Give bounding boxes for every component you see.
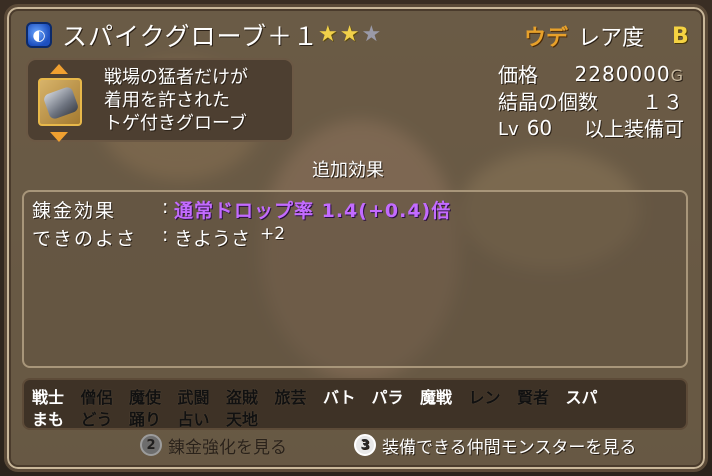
rarity-grade: B <box>672 23 689 49</box>
effect-value: きようさ <box>174 228 251 250</box>
job-label: 僧侶 <box>80 388 113 407</box>
job-label: 踊り <box>129 410 162 429</box>
description-line: トゲ付きグローブ <box>104 113 247 134</box>
job-label: レン <box>468 388 501 407</box>
level-value: 60 <box>526 115 553 140</box>
effect-bonus: +2 <box>260 224 286 244</box>
job-row: 戦士 僧侶 魔使 武闘 盗賊 旅芸 バト パラ 魔戦 レン 賢者 スパ <box>32 384 614 408</box>
accessory-blue-icon: ◐ <box>26 22 52 48</box>
crystal-label: 結晶の個数 <box>498 90 598 114</box>
crystal-value: １３ <box>642 90 684 114</box>
job-label: 魔使 <box>129 388 162 407</box>
effect-row-alchemy: 錬金効果 : 通常ドロップ率 1.4(+0.4)倍 <box>32 196 452 222</box>
item-name: スパイクグローブ＋１ <box>62 22 320 51</box>
item-description: 戦場の猛者だけが 着用を許された トゲ付きグローブ <box>104 66 248 135</box>
star-filled-icon: ★ <box>318 22 340 47</box>
star-rating: ★★★ <box>318 22 383 47</box>
rarity-info: ウデ レア度 B <box>524 20 689 52</box>
equip-slot-type: ウデ <box>524 26 569 51</box>
star-filled-icon: ★ <box>339 22 362 47</box>
effect-key: できのよさ <box>32 228 138 250</box>
crystal-row: 結晶の個数 １３ <box>498 87 684 114</box>
price-row: 価格 2280000G <box>498 60 684 88</box>
arrow-down-icon[interactable] <box>50 132 68 142</box>
monster-equip-button[interactable]: 3 装備できる仲間モンスターを見る <box>354 432 636 458</box>
job-label: 天地 <box>226 410 259 429</box>
button-3-icon: 3 <box>354 434 376 456</box>
job-label: スパ <box>565 388 598 407</box>
additional-effect-header: 追加効果 <box>312 160 384 181</box>
job-label: まも <box>32 410 65 429</box>
level-suffix: 以上装備可 <box>584 117 684 141</box>
job-label: パラ <box>371 388 404 407</box>
arrow-up-icon[interactable] <box>50 64 68 74</box>
job-label: バト <box>323 388 356 407</box>
effect-row-quality: できのよさ : きようさ +2 <box>32 224 286 250</box>
item-title-row: ◐ スパイクグローブ＋１ <box>26 18 319 52</box>
glove-icon <box>38 78 82 126</box>
job-label: 旅芸 <box>274 388 307 407</box>
alchemy-enhance-button[interactable]: 2 錬金強化を見る <box>140 432 287 458</box>
item-stats: 価格 2280000G 結晶の個数 １３ Lv 60 以上装備可 <box>498 60 684 142</box>
job-row: まも どう 踊り 占い 天地 <box>32 406 275 430</box>
job-label: 占い <box>177 410 210 429</box>
item-description-box: 戦場の猛者だけが 着用を許された トゲ付きグローブ <box>26 58 294 142</box>
job-label: 賢者 <box>517 388 550 407</box>
effect-value: 通常ドロップ率 1.4(+0.4)倍 <box>174 200 452 222</box>
price-value: 2280000 <box>574 61 671 86</box>
additional-effect-box: 錬金効果 : 通常ドロップ率 1.4(+0.4)倍 できのよさ : きようさ +… <box>22 190 688 368</box>
job-label: 魔戦 <box>420 388 453 407</box>
equippable-jobs-panel: 戦士 僧侶 魔使 武闘 盗賊 旅芸 バト パラ 魔戦 レン 賢者 スパ まも どう 踊り 占い 天地 <box>22 378 688 430</box>
job-label: 戦士 <box>32 388 65 407</box>
button-2-icon: 2 <box>140 434 162 456</box>
alchemy-enhance-label: 錬金強化を見る <box>168 437 287 458</box>
job-label: 武闘 <box>177 388 210 407</box>
description-line: 戦場の猛者だけが <box>104 67 248 88</box>
level-row: Lv 60 以上装備可 <box>498 114 684 142</box>
effect-key: 錬金効果 <box>32 200 117 222</box>
monster-equip-label: 装備できる仲間モンスターを見る <box>382 437 637 458</box>
price-label: 価格 <box>498 63 538 87</box>
job-label: 盗賊 <box>226 388 259 407</box>
description-line: 着用を許された <box>104 90 230 111</box>
star-empty-icon: ★ <box>361 22 384 47</box>
price-unit: G <box>670 65 684 85</box>
job-label: どう <box>80 410 113 429</box>
rarity-label: レア度 <box>578 26 645 51</box>
item-selector[interactable] <box>36 64 84 142</box>
level-label: Lv <box>498 118 519 140</box>
